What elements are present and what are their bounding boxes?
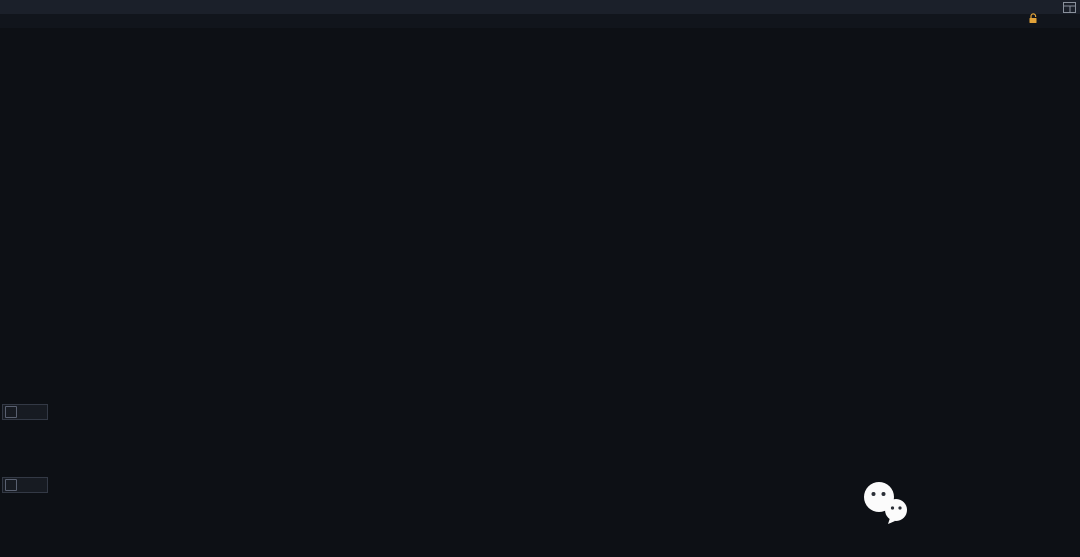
volume-indicator-label — [2, 477, 48, 493]
ma-bar — [0, 13, 1080, 29]
watermark — [860, 480, 920, 533]
wechat-icon — [860, 480, 912, 533]
unlock-icon[interactable] — [1028, 13, 1038, 29]
date-range-control[interactable] — [1020, 13, 1038, 29]
info-bar — [0, 0, 1080, 14]
macd-indicator-label — [2, 404, 48, 420]
help-icon[interactable] — [5, 479, 17, 491]
help-icon[interactable] — [5, 406, 17, 418]
stock-chart-canvas[interactable] — [0, 28, 1080, 557]
